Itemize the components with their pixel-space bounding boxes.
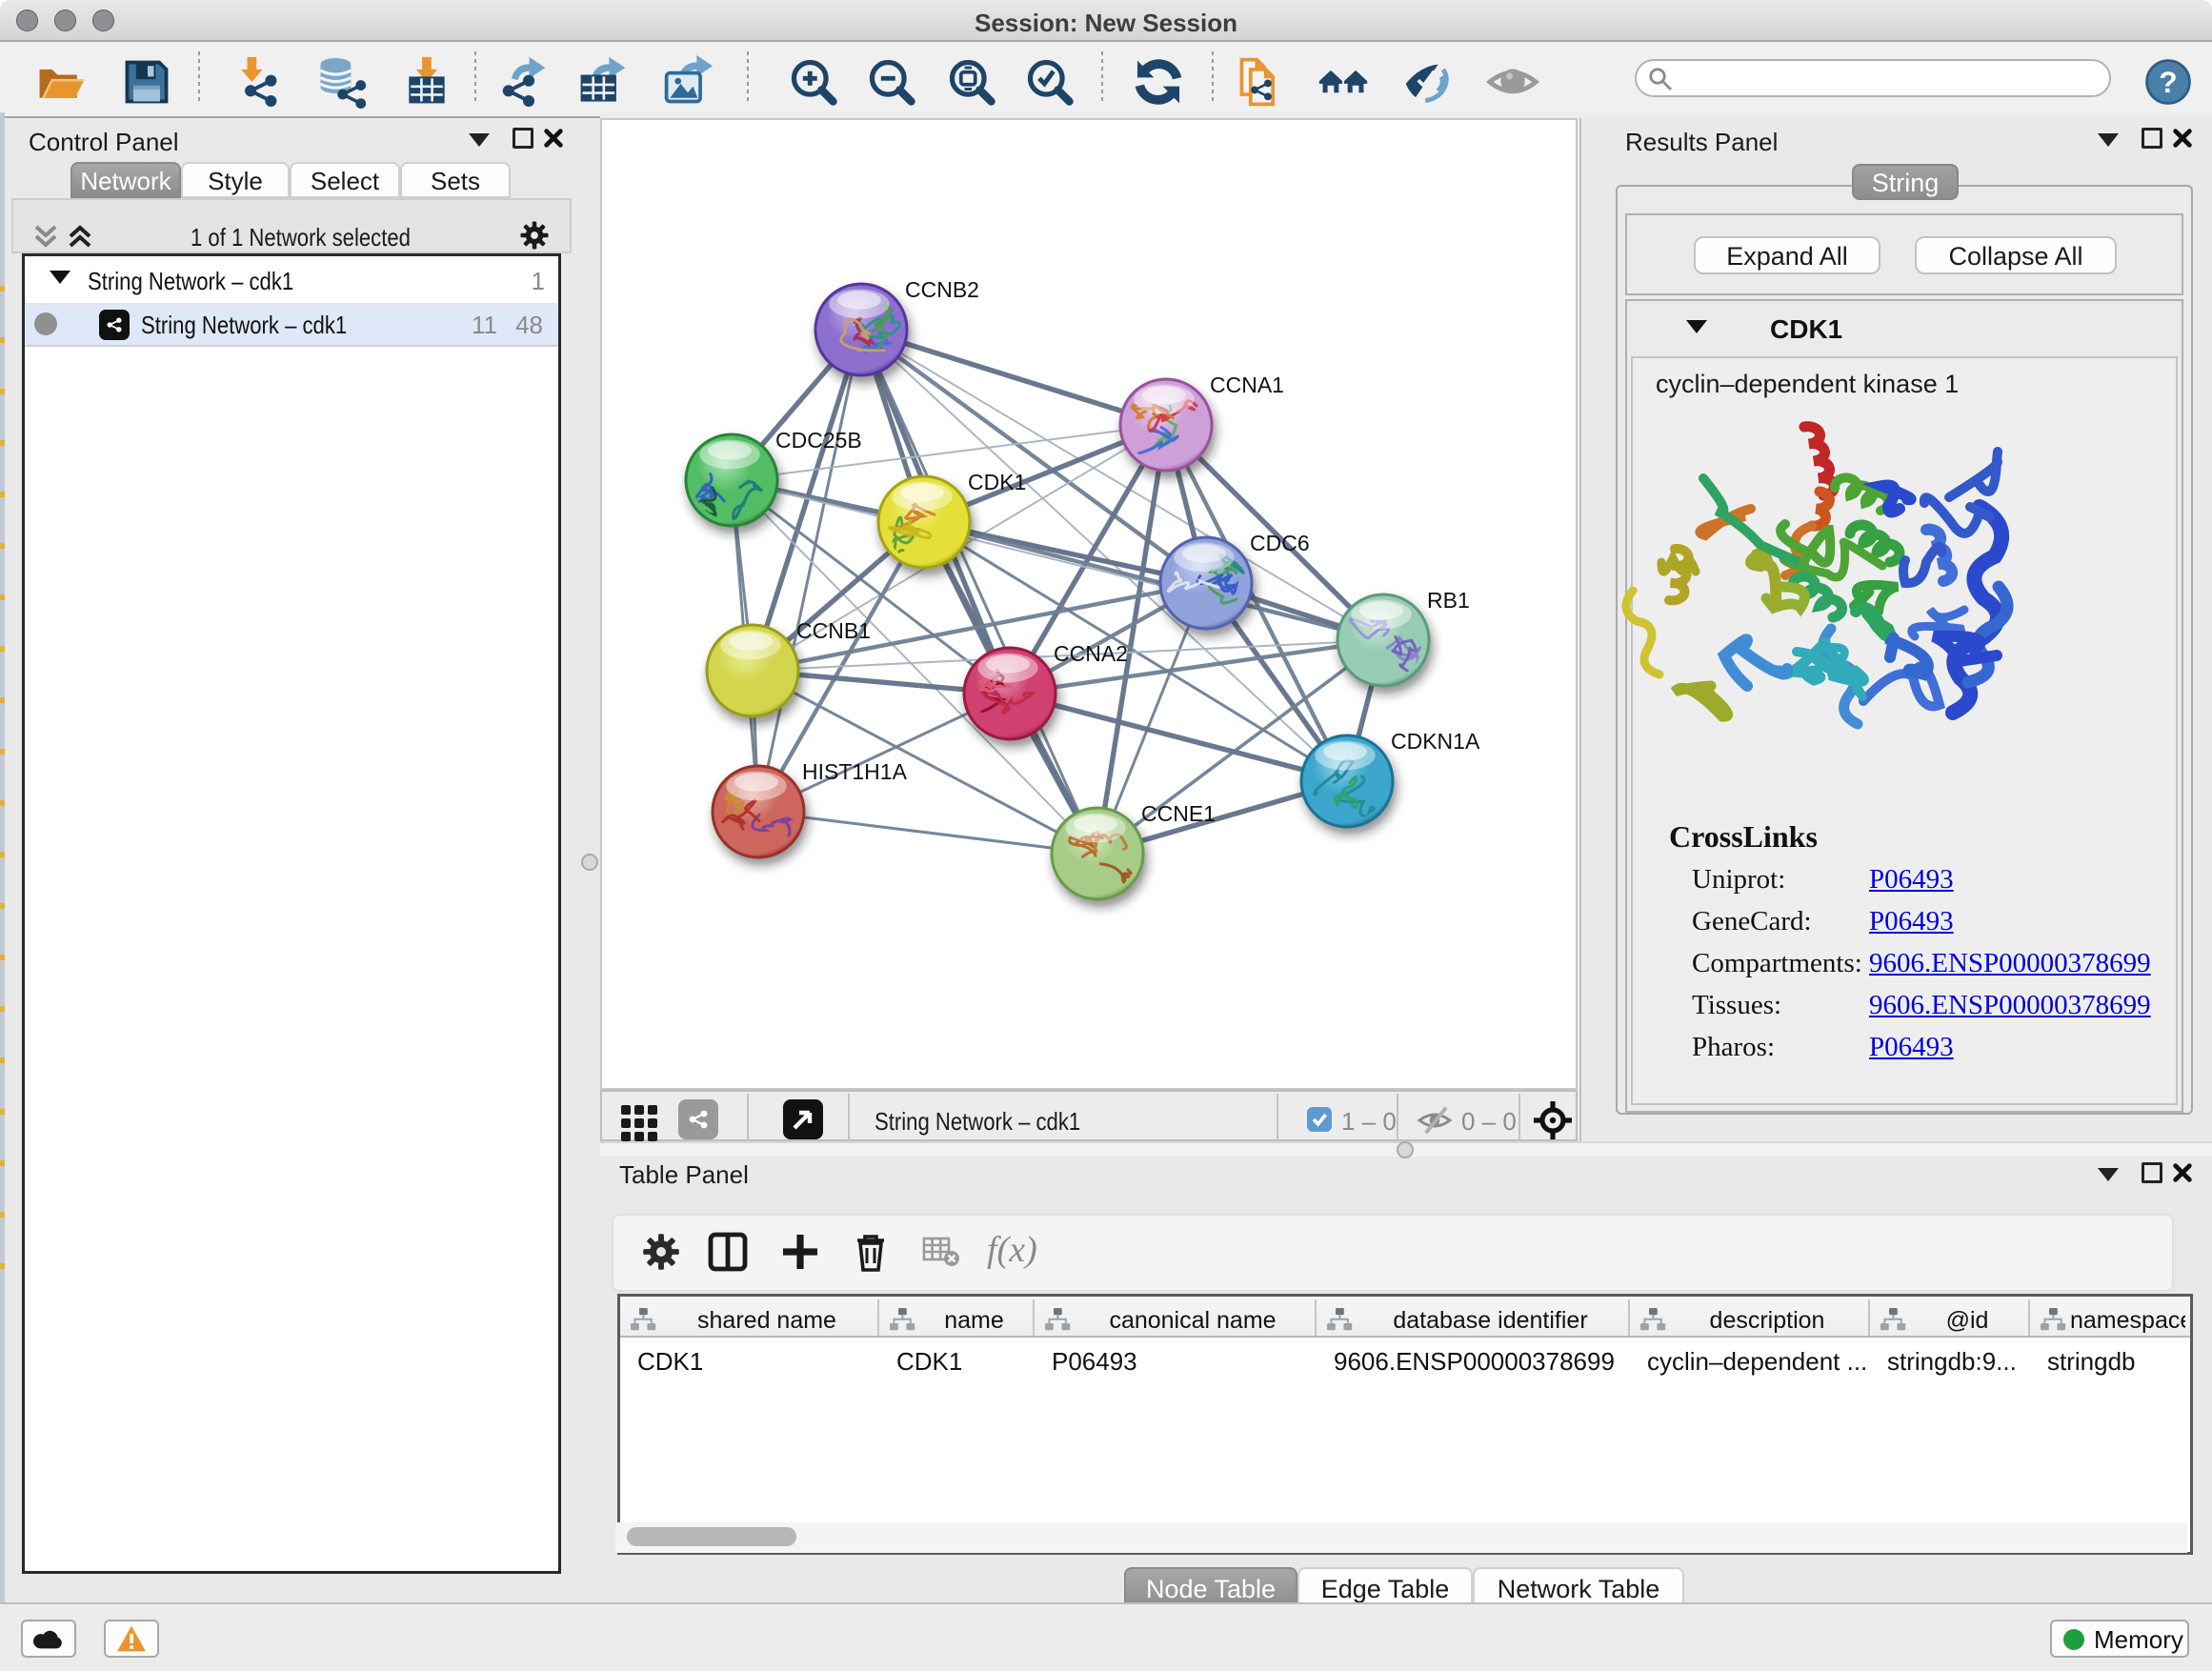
svg-text:CCNA2: CCNA2 [1054,641,1128,666]
svg-text:CCNB2: CCNB2 [905,277,979,302]
svg-text:RB1: RB1 [1427,588,1470,613]
svg-text:?: ? [2159,65,2177,99]
svg-text:CDC6: CDC6 [1250,531,1310,555]
svg-text:CDC25B: CDC25B [775,428,862,453]
svg-text:CDKN1A: CDKN1A [1391,729,1480,754]
svg-text:CCNE1: CCNE1 [1141,801,1216,826]
svg-text:CCNB1: CCNB1 [796,618,871,643]
svg-text:CDK1: CDK1 [968,470,1026,494]
svg-text:HIST1H1A: HIST1H1A [802,759,908,784]
svg-text:CCNA1: CCNA1 [1210,372,1284,397]
